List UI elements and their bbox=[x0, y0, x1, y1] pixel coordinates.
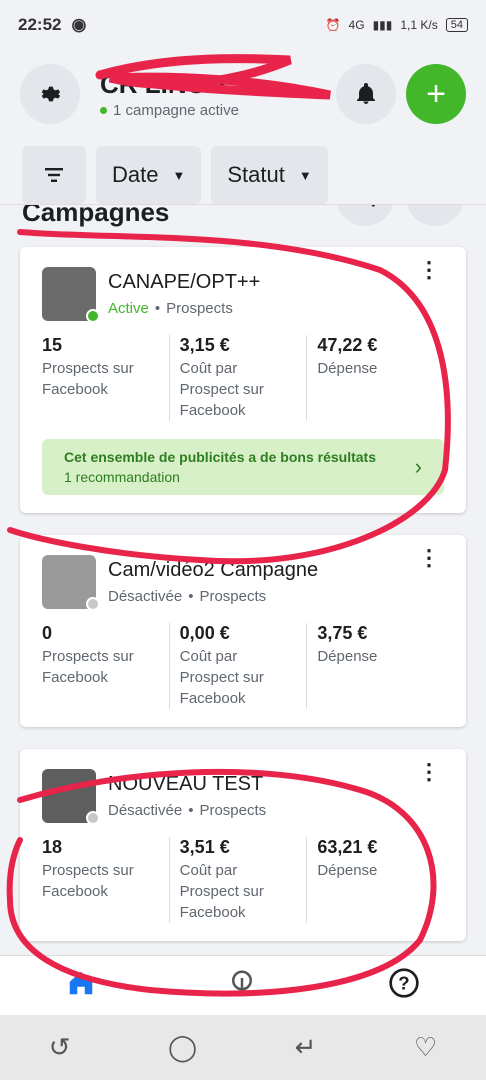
card-heading: CANAPE/OPT++ Active • Prospects bbox=[108, 267, 260, 317]
status-right: ⏰ 4G ▮▮▮ 1,1 K/s 54 bbox=[326, 18, 468, 32]
settings-button[interactable] bbox=[20, 64, 80, 124]
separator: • bbox=[188, 588, 194, 605]
metric-spend: 3,75 € Dépense bbox=[306, 623, 444, 709]
campaign-state: Désactivée bbox=[108, 588, 183, 605]
card-header: CANAPE/OPT++ Active • Prospects bbox=[42, 267, 444, 323]
bell-icon bbox=[357, 83, 375, 104]
back-icon[interactable]: ↵ bbox=[295, 1032, 317, 1063]
metric-results: 0 Prospects sur Facebook bbox=[42, 623, 134, 686]
recommendation-text: Cet ensemble de publicités a de bons rés… bbox=[64, 449, 376, 485]
system-navigation-bar: ↺ ◯ ↵ ♡ bbox=[0, 1015, 486, 1080]
campaign-objective: Prospects bbox=[166, 300, 233, 317]
campaign-name: NOUVEAU TEST bbox=[108, 773, 264, 795]
campaign-list[interactable]: Campagnes ⋮ CANAPE/OPT++ Active • Prospe… bbox=[0, 204, 486, 944]
campaign-objective: Prospects bbox=[199, 802, 267, 819]
metric-results: 15 Prospects sur Facebook bbox=[42, 335, 134, 398]
caret-down-icon: ▼ bbox=[172, 167, 186, 183]
account-status: 1 campagne active bbox=[100, 102, 326, 119]
section-header: Campagnes bbox=[0, 204, 486, 227]
network-speed: 1,1 K/s bbox=[400, 18, 438, 32]
filter-bar: Date ▼ Statut ▼ bbox=[0, 138, 486, 204]
card-header: NOUVEAU TEST Désactivée • Prospects bbox=[42, 769, 444, 825]
campaign-name: Cam/vidéo2 Campagne bbox=[108, 559, 319, 581]
bottom-tab-bar: ? bbox=[0, 955, 486, 1015]
filter-icon bbox=[45, 168, 63, 182]
section-actions bbox=[336, 205, 464, 226]
filter-button[interactable] bbox=[22, 146, 86, 204]
status-bar: 22:52 ◉ ⏰ 4G ▮▮▮ 1,1 K/s 54 bbox=[0, 0, 486, 50]
metric-cost: 3,51 € Coût par Prospect sur Facebook bbox=[168, 837, 307, 923]
lightbulb-icon bbox=[231, 970, 252, 991]
home-circle-icon[interactable]: ◯ bbox=[168, 1032, 197, 1063]
app-header: CR LING ▼ 1 campagne active + bbox=[0, 50, 486, 138]
recommendation-banner[interactable]: Cet ensemble de publicités a de bons rés… bbox=[42, 439, 444, 495]
tab-help[interactable]: ? bbox=[388, 967, 420, 1004]
section-title: Campagnes bbox=[22, 204, 170, 227]
tab-insights[interactable] bbox=[227, 968, 257, 1003]
notification-icon: ◉ bbox=[71, 15, 87, 34]
clock: 22:52 bbox=[18, 15, 62, 34]
account-name: CR LING ▼ bbox=[100, 69, 229, 99]
date-filter[interactable]: Date ▼ bbox=[96, 146, 202, 204]
status-dot bbox=[86, 597, 100, 611]
metric-results: 18 Prospects sur Facebook bbox=[42, 837, 134, 900]
accessibility-icon[interactable]: ♡ bbox=[414, 1032, 437, 1063]
network-type: 4G bbox=[348, 18, 365, 32]
campaign-card[interactable]: ⋮ NOUVEAU TEST Désactivée • Prospects 18… bbox=[20, 749, 466, 941]
campaign-card[interactable]: ⋮ Cam/vidéo2 Campagne Désactivée • Prosp… bbox=[20, 535, 466, 727]
card-header: Cam/vidéo2 Campagne Désactivée • Prospec… bbox=[42, 555, 444, 611]
campaign-state: Désactivée bbox=[108, 802, 183, 819]
caret-down-icon: ▼ bbox=[214, 76, 229, 93]
campaign-thumbnail bbox=[42, 267, 100, 323]
status-dot bbox=[86, 811, 100, 825]
metric-spend: 63,21 € Dépense bbox=[306, 837, 444, 923]
campaign-meta: Désactivée • Prospects bbox=[108, 588, 318, 605]
svg-text:?: ? bbox=[399, 973, 410, 994]
status-dot bbox=[86, 309, 100, 323]
recents-icon[interactable]: ↺ bbox=[49, 1032, 71, 1063]
caret-down-icon: ▼ bbox=[298, 167, 312, 183]
campaign-meta: Active • Prospects bbox=[108, 300, 260, 317]
alarm-icon: ⏰ bbox=[325, 18, 341, 32]
tab-home[interactable] bbox=[66, 968, 96, 1003]
more-options-icon[interactable]: ⋮ bbox=[418, 547, 440, 569]
chevron-right-icon: › bbox=[414, 454, 422, 479]
help-icon: ? bbox=[389, 968, 419, 998]
home-icon bbox=[69, 971, 92, 995]
search-icon bbox=[371, 205, 375, 207]
plus-icon: + bbox=[426, 74, 446, 113]
battery-icon: 54 bbox=[445, 18, 468, 32]
metrics-row: 0 Prospects sur Facebook 0,00 € Coût par… bbox=[42, 623, 444, 709]
metrics-row: 18 Prospects sur Facebook 3,51 € Coût pa… bbox=[42, 837, 444, 923]
status-left: 22:52 ◉ bbox=[18, 15, 86, 35]
card-heading: Cam/vidéo2 Campagne Désactivée • Prospec… bbox=[108, 555, 318, 605]
campaign-name: CANAPE/OPT++ bbox=[108, 271, 261, 293]
recommendation-title: Cet ensemble de publicités a de bons rés… bbox=[64, 449, 376, 465]
signal-icon: ▮▮▮ bbox=[372, 18, 393, 32]
campaign-thumbnail bbox=[42, 769, 100, 825]
metrics-row: 15 Prospects sur Facebook 3,15 € Coût pa… bbox=[42, 335, 444, 421]
campaign-thumbnail bbox=[42, 555, 100, 611]
search-button[interactable] bbox=[336, 205, 394, 226]
metric-cost: 0,00 € Coût par Prospect sur Facebook bbox=[168, 623, 307, 709]
create-button[interactable]: + bbox=[406, 64, 466, 124]
view-toggle-button[interactable] bbox=[406, 205, 464, 226]
account-switcher[interactable]: CR LING ▼ 1 campagne active bbox=[90, 69, 326, 119]
campaign-objective: Prospects bbox=[199, 588, 267, 605]
recommendation-count: 1 recommandation bbox=[64, 469, 180, 485]
metric-cost: 3,15 € Coût par Prospect sur Facebook bbox=[168, 335, 307, 421]
more-options-icon[interactable]: ⋮ bbox=[418, 761, 440, 783]
status-filter[interactable]: Statut ▼ bbox=[211, 146, 328, 204]
separator: • bbox=[154, 300, 161, 317]
notifications-button[interactable] bbox=[336, 64, 396, 124]
more-options-icon[interactable]: ⋮ bbox=[418, 259, 440, 281]
campaign-state: Active bbox=[108, 300, 149, 317]
active-dot bbox=[100, 107, 107, 114]
card-heading: NOUVEAU TEST Désactivée • Prospects bbox=[108, 769, 266, 819]
campaign-meta: Désactivée • Prospects bbox=[108, 802, 266, 819]
separator: • bbox=[188, 802, 194, 819]
gear-icon bbox=[41, 86, 61, 102]
metric-spend: 47,22 € Dépense bbox=[306, 335, 444, 421]
campaign-card[interactable]: ⋮ CANAPE/OPT++ Active • Prospects 15 Pro… bbox=[20, 247, 466, 513]
